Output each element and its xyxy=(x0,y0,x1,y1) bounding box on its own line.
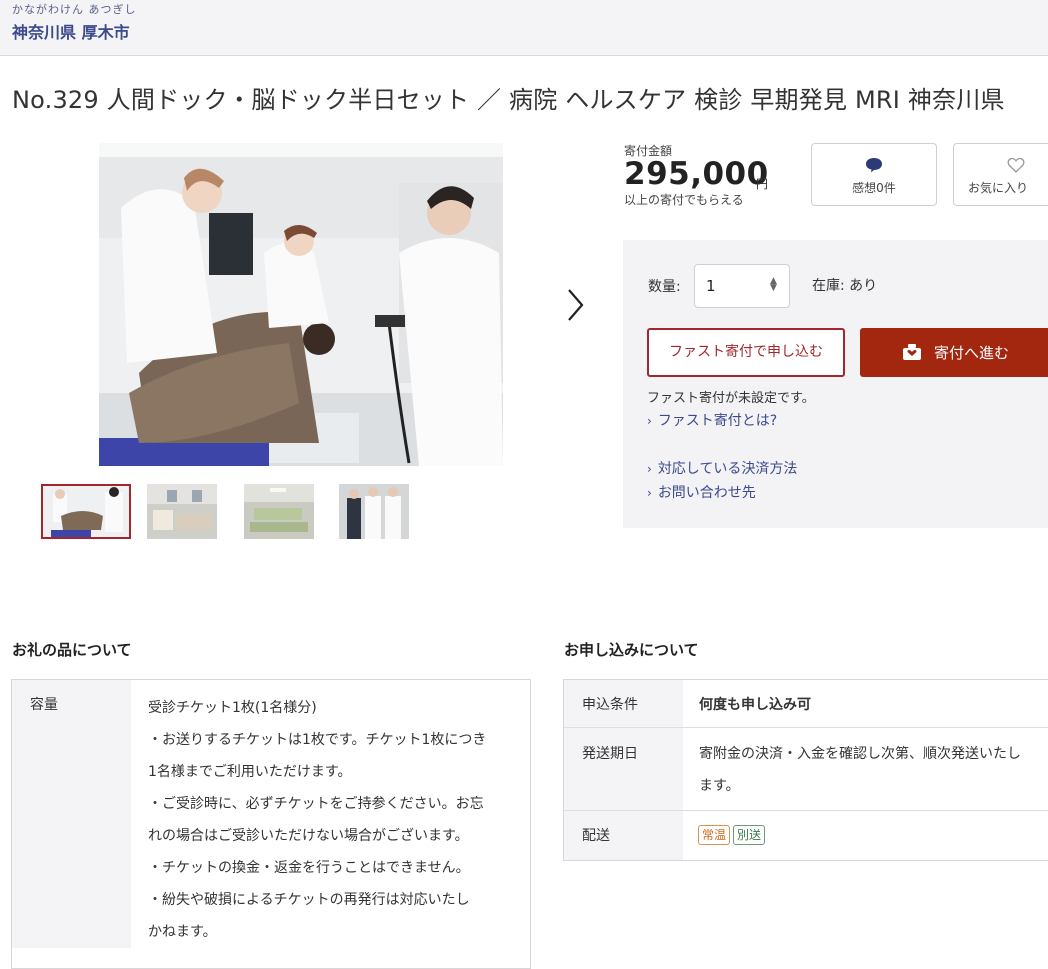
capacity-label: 容量 xyxy=(30,697,58,713)
chevron-right-icon: › xyxy=(647,414,652,428)
select-arrows-icon: ▲ ▼ xyxy=(770,276,777,293)
chevron-right-icon: › xyxy=(647,462,652,476)
reviews-label: 感想0件 xyxy=(852,181,896,195)
quantity-value: 1 xyxy=(706,277,716,295)
description-line: ・紛失や破損によるチケットの再発行は対応いたし xyxy=(148,892,470,908)
price-unit: 円 xyxy=(756,177,769,191)
donate-button[interactable]: 寄付へ進む xyxy=(860,328,1048,377)
thumbnail-image xyxy=(147,484,217,539)
row-divider xyxy=(564,810,1048,811)
price-note: 以上の寄付でもらえる xyxy=(624,193,744,207)
thumbnail-image xyxy=(244,484,314,539)
link-contact[interactable]: › お問い合わせ先 xyxy=(647,482,756,502)
thumbnail-image xyxy=(339,484,409,539)
row-divider xyxy=(564,727,1048,728)
thumbnail-1[interactable] xyxy=(41,484,131,539)
description-line: ・お送りするチケットは1枚です。チケット1枚につき xyxy=(148,732,487,748)
link-about-fast-donation[interactable]: › ファスト寄付とは? xyxy=(647,410,777,430)
description-line: 受診チケット1枚(1名様分) xyxy=(148,700,317,716)
link-label: 対応している決済方法 xyxy=(657,461,798,477)
application-heading: お申し込みについて xyxy=(564,641,699,659)
tag-separate-shipping: 別送 xyxy=(733,825,766,845)
tag-room-temperature: 常温 xyxy=(698,825,731,845)
favorite-button[interactable]: お気に入り xyxy=(953,143,1048,206)
description-line: ・チケットの換金・返金を行うことはできません。 xyxy=(148,860,470,876)
shipping-date-value: 寄附金の決済・入金を確認し次第、順次発送いたし xyxy=(699,746,1021,762)
donate-button-label: 寄付へ進む xyxy=(934,344,1010,362)
link-payment-methods[interactable]: › 対応している決済方法 xyxy=(647,458,797,478)
heart-icon xyxy=(1007,157,1025,177)
page-title: No.329 人間ドック・脳ドック半日セット ／ 病院 ヘルスケア 検診 早期発… xyxy=(12,86,1005,114)
shipping-date-label: 発送期日 xyxy=(582,746,638,762)
description-line: ・ご受診時に、必ずチケットをご持参ください。お忘 xyxy=(148,796,484,812)
price-amount: 295,000 xyxy=(624,156,769,192)
condition-label: 申込条件 xyxy=(582,697,638,713)
municipality-ruby: かながわけん あつぎし xyxy=(12,3,137,16)
stock-status: 在庫: あり xyxy=(812,278,878,294)
shipping-date-value-cont: ます。 xyxy=(699,778,740,794)
delivery-label: 配送 xyxy=(582,828,610,844)
thumbnail-2[interactable] xyxy=(141,484,231,539)
chevron-right-icon: › xyxy=(647,486,652,500)
delivery-tags: 常温 別送 xyxy=(698,824,768,845)
header-band xyxy=(0,0,1048,56)
reviews-button[interactable]: 感想0件 xyxy=(811,143,937,206)
link-label: お問い合わせ先 xyxy=(657,485,756,501)
item-info-heading: お礼の品について xyxy=(12,641,132,659)
description-line: かねます。 xyxy=(148,924,217,940)
gift-box-icon xyxy=(902,343,922,365)
capacity-description: 受診チケット1枚(1名様分) ・お送りするチケットは1枚です。チケット1枚につき… xyxy=(148,692,518,948)
item-info-label-cell xyxy=(12,680,131,948)
thumbnail-3[interactable] xyxy=(238,484,328,539)
thumbnail-4[interactable] xyxy=(333,484,423,539)
chevron-right-icon xyxy=(568,289,584,321)
medical-photo xyxy=(99,143,503,466)
municipality-name[interactable]: 神奈川県 厚木市 xyxy=(12,19,130,43)
condition-value: 何度も申し込み可 xyxy=(699,697,811,713)
quantity-label: 数量: xyxy=(648,279,681,295)
fast-donation-button[interactable]: ファスト寄付で申し込む xyxy=(647,328,845,377)
description-line: 1名様までご利用いただけます。 xyxy=(148,764,352,780)
link-label: ファスト寄付とは? xyxy=(657,413,778,429)
speech-bubble-icon xyxy=(865,157,883,177)
description-line: れの場合はご受診いただけない場合がございます。 xyxy=(148,828,469,844)
product-main-image[interactable] xyxy=(99,143,503,466)
fast-donation-note: ファスト寄付が未設定です。 xyxy=(647,391,815,406)
thumbnail-image xyxy=(43,486,129,537)
favorite-label: お気に入り xyxy=(967,181,1028,195)
municipality-link[interactable]: 神奈川県 厚木市 xyxy=(12,23,130,42)
next-image-button[interactable] xyxy=(562,287,588,323)
